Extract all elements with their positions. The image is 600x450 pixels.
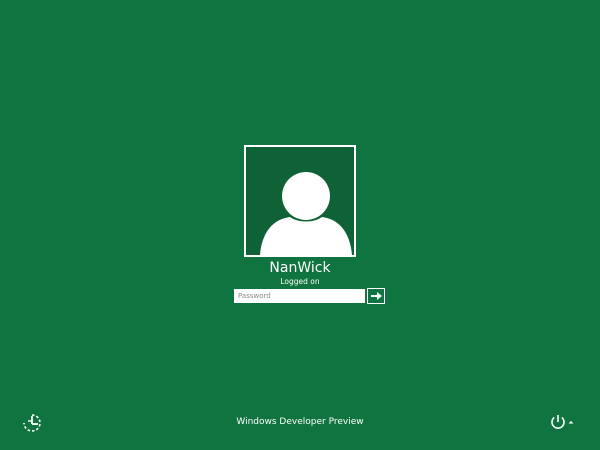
caret-up-icon — [568, 421, 574, 424]
arrow-right-icon — [371, 292, 382, 300]
power-icon — [551, 415, 574, 429]
login-screen: NanWick Logged on Windows Developer Prev… — [0, 0, 600, 450]
user-status: Logged on — [280, 277, 320, 286]
power-button[interactable] — [549, 413, 577, 431]
user-name: NanWick — [269, 260, 331, 276]
brand-label: Windows Developer Preview — [236, 417, 364, 427]
password-field[interactable] — [234, 289, 365, 303]
avatar — [244, 145, 356, 257]
submit-button[interactable] — [367, 288, 385, 304]
user-silhouette-icon — [260, 172, 352, 255]
